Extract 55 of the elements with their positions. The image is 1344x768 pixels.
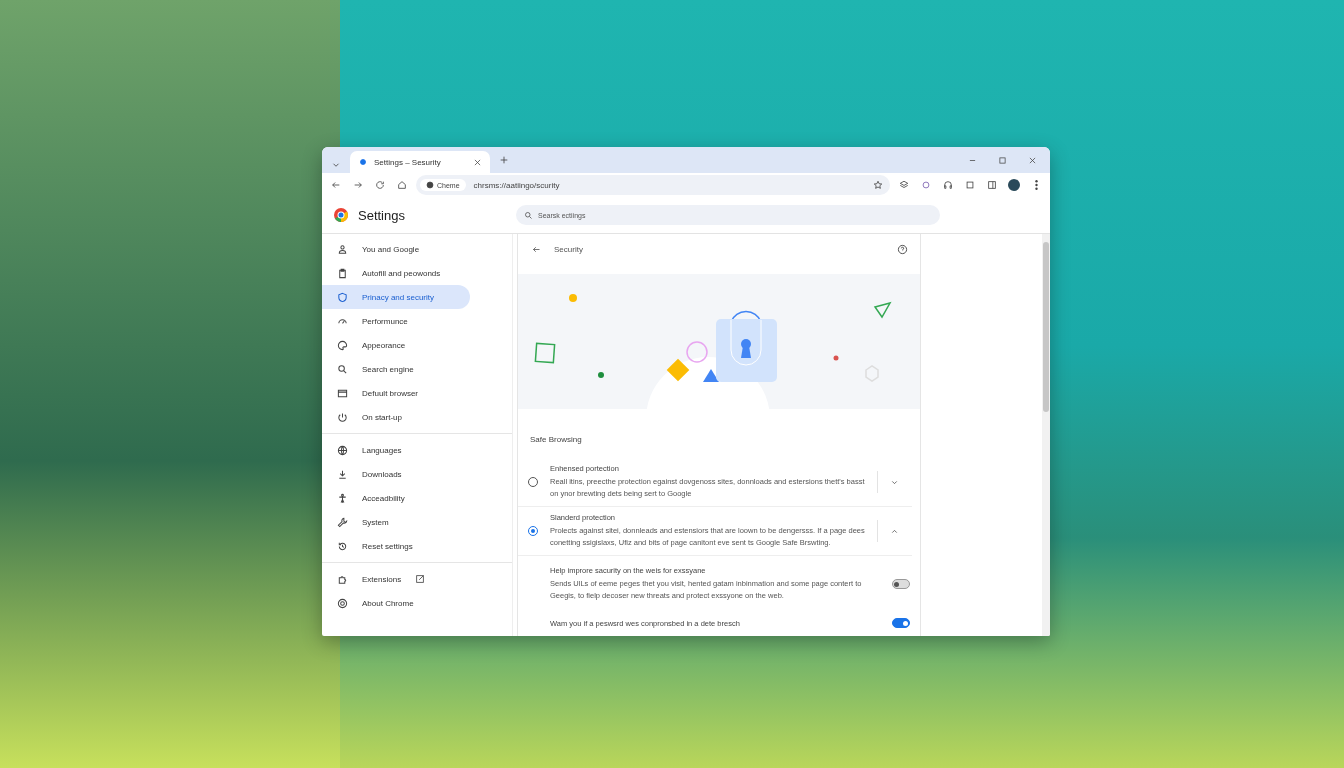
forward-arrow-icon [353,180,363,190]
maximize-icon [997,155,1007,165]
wrench-icon [337,516,348,528]
sidebar-item[interactable]: Performunce [322,309,470,333]
sidebar-item[interactable]: About Chrome [322,591,470,615]
shield-icon [337,291,348,303]
plus-icon [499,155,509,165]
sidebar-item[interactable]: Languages [322,438,470,462]
download-icon [337,468,348,480]
sidebar-item[interactable]: Downloads [322,462,470,486]
page-title: Security [554,244,584,254]
back-arrow-icon [331,180,341,190]
external-link-icon [415,574,426,584]
close-icon [473,157,482,167]
toggle-switch[interactable] [892,579,910,589]
sidebar-item[interactable]: Defuult browser [322,381,470,405]
sidebar-item[interactable]: On start-up [322,405,470,429]
sidebar-item[interactable]: Autofill and peowonds [322,261,470,285]
sidebar-item[interactable]: Appeorance [322,333,470,357]
sidebar-item[interactable]: Extensions [322,567,470,591]
home-icon [397,180,407,190]
power-icon [337,411,348,423]
browser-tab[interactable]: Settings – Sesurity [350,151,490,173]
sidebar-item[interactable]: You and Google [322,237,470,261]
section-heading: Safe Browsing [529,434,583,446]
side-panel-icon [987,180,997,190]
accessibility-icon [337,492,348,504]
sidebar-item[interactable]: Reset settings [322,534,470,558]
person-icon [337,243,348,255]
toggle-switch[interactable] [892,618,910,628]
headphones-icon [943,180,953,190]
help-icon [896,243,908,255]
palette-icon [337,339,348,351]
reload-icon [375,180,385,190]
profile-avatar[interactable] [1006,177,1022,193]
back-arrow-icon [531,244,541,254]
search-icon [524,210,533,220]
sidebar-item[interactable]: Search engine [322,357,470,381]
url-text: chrsms://aatiingo/scurity [473,180,561,190]
clipboard-icon [337,267,348,279]
search-icon [337,363,348,375]
star-icon [873,180,883,190]
layers-icon [899,180,909,190]
browser-icon [337,387,348,399]
close-icon [1027,155,1037,165]
settings-title: Settings [358,207,405,223]
scrollbar[interactable] [1042,234,1050,636]
sidebar-item[interactable]: Prinacy and security [322,285,470,309]
more-vertical-icon [1034,180,1038,190]
globe-icon [337,444,348,456]
reset-icon [337,540,348,552]
sidebar-item[interactable]: System [322,510,470,534]
chrome-icon [337,597,348,609]
avatar-circle-icon [1008,179,1020,191]
sidebar-item[interactable]: Acceadbility [322,486,470,510]
